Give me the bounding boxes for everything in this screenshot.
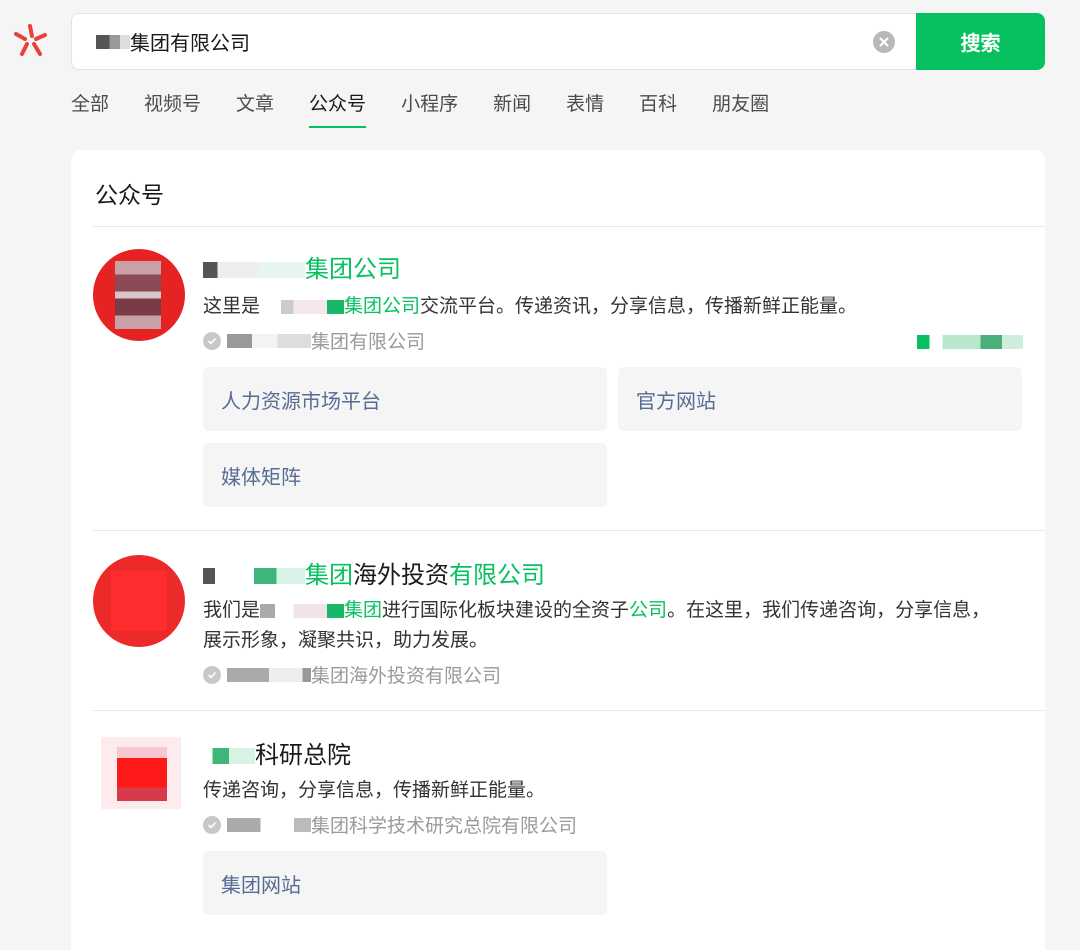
account-avatar[interactable] — [93, 249, 185, 341]
account-name[interactable]: 集团海外投资有限公司 — [203, 555, 545, 590]
tab-channels[interactable]: 视频号 — [144, 90, 201, 128]
verified-icon — [203, 331, 221, 350]
redacted-text — [260, 603, 345, 618]
redacted-text — [917, 334, 1023, 349]
account-description: 这里是 集团公司交流平台。传递资讯，分享信息，传播新鲜正能量。 — [203, 295, 858, 317]
avatar-image — [115, 261, 161, 329]
account-name[interactable]: 集团公司 — [203, 249, 401, 284]
account-result[interactable]: 集团公司 这里是 集团公司交流平台。传递资讯，分享信息，传播新鲜正能量。 集团有限… — [93, 227, 1045, 531]
account-result[interactable]: 科研总院 传递咨询，分享信息，传播新鲜正能量。 集团科学技术研究总院有限公司 集… — [93, 711, 1045, 941]
tab-moments[interactable]: 朋友圈 — [712, 90, 769, 128]
close-icon — [879, 37, 889, 47]
account-description: 我们是 集团进行国际化板块建设的全资子公司。在这里，我们传递咨询，分享信息，展示形… — [203, 599, 991, 651]
menu-button[interactable]: 官方网站 — [618, 367, 1022, 431]
account-avatar[interactable] — [101, 737, 181, 809]
account-source: 集团科学技术研究总院有限公司 — [203, 811, 577, 838]
avatar-image — [111, 571, 167, 631]
verified-icon — [203, 815, 221, 834]
account-avatar[interactable] — [93, 555, 185, 647]
results-card: 公众号 集团公司 这里是 集团公司交流平台。传递资讯，分享信息，传播新鲜正能量。 … — [71, 150, 1045, 950]
menu-button[interactable]: 媒体矩阵 — [203, 443, 607, 507]
search-query-text: 集团有限公司 — [130, 31, 250, 55]
follow-status[interactable] — [917, 331, 1023, 350]
redacted-text — [203, 262, 305, 278]
redacted-text — [227, 817, 311, 832]
tab-all[interactable]: 全部 — [71, 90, 109, 128]
category-tabs: 全部 视频号 文章 公众号 小程序 新闻 表情 百科 朋友圈 — [71, 90, 804, 128]
avatar-image — [117, 747, 167, 801]
menu-button[interactable]: 集团网站 — [203, 851, 607, 915]
redacted-text — [227, 667, 311, 682]
redacted-text — [227, 333, 311, 348]
wechat-search-logo-icon — [14, 24, 47, 56]
redacted-text — [203, 568, 305, 584]
verified-icon — [203, 665, 221, 684]
account-source: 集团有限公司 — [203, 327, 425, 354]
tab-official-accounts[interactable]: 公众号 — [309, 90, 367, 128]
account-source: 集团海外投资有限公司 — [203, 661, 501, 688]
tab-news[interactable]: 新闻 — [493, 90, 531, 128]
account-description: 传递咨询，分享信息，传播新鲜正能量。 — [203, 779, 546, 801]
search-input[interactable]: 集团有限公司 — [71, 13, 917, 70]
section-title: 公众号 — [95, 183, 164, 209]
redacted-text — [260, 299, 345, 314]
tab-encyclopedia[interactable]: 百科 — [639, 90, 677, 128]
clear-search-button[interactable] — [873, 31, 895, 53]
menu-button[interactable]: 人力资源市场平台 — [203, 367, 607, 431]
tab-stickers[interactable]: 表情 — [566, 90, 604, 128]
redacted-text — [203, 748, 255, 764]
tab-articles[interactable]: 文章 — [236, 90, 274, 128]
tab-mini-programs[interactable]: 小程序 — [401, 90, 458, 128]
account-name[interactable]: 科研总院 — [203, 735, 351, 770]
account-result[interactable]: 集团海外投资有限公司 我们是 集团进行国际化板块建设的全资子公司。在这里，我们传递… — [93, 531, 1045, 711]
search-button[interactable]: 搜索 — [916, 13, 1045, 70]
redacted-text — [96, 34, 130, 49]
